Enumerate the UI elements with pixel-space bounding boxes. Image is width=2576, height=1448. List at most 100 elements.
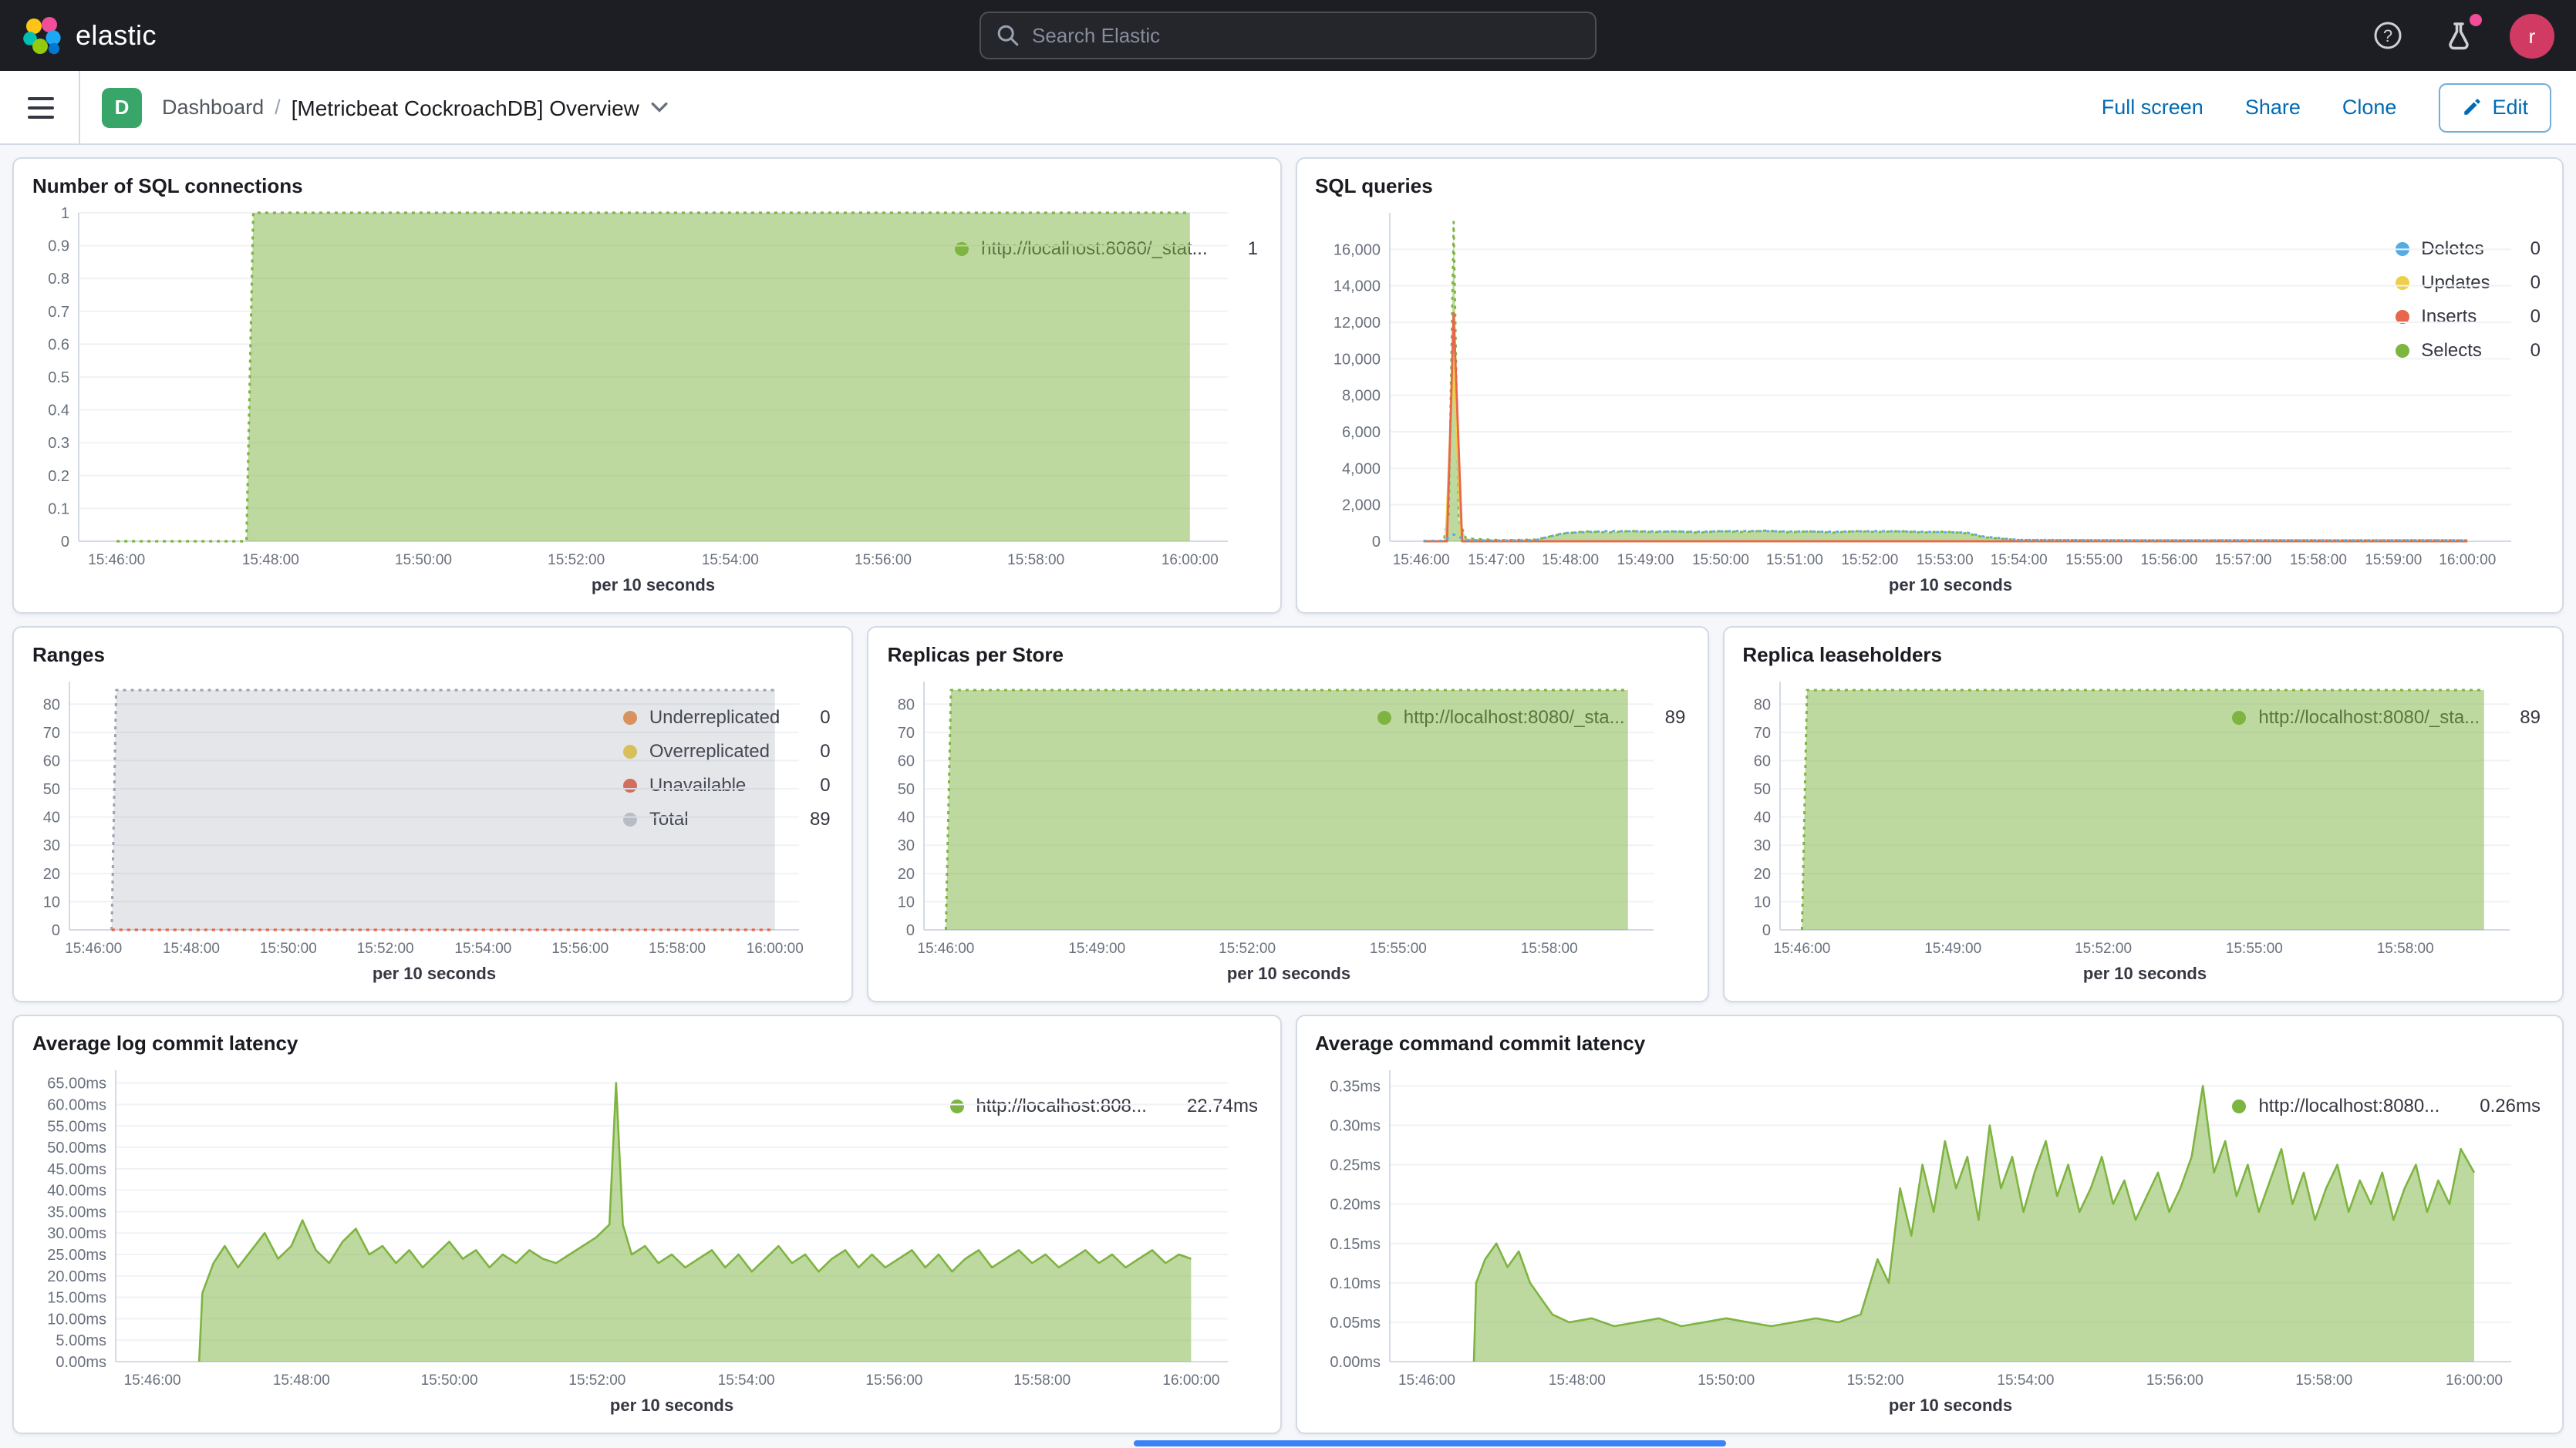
menu-button[interactable] [25,90,57,124]
svg-text:per 10 seconds: per 10 seconds [592,575,715,594]
panel-title: Replica leaseholders [1742,643,2544,666]
clone-button[interactable]: Clone [2342,96,2397,119]
svg-text:15:48:00: 15:48:00 [1548,1372,1605,1389]
alerts-button[interactable] [2439,15,2479,56]
panel-title: Number of SQL connections [32,174,1261,197]
svg-text:0.3: 0.3 [48,435,69,452]
svg-text:40: 40 [1753,810,1770,827]
svg-text:15:57:00: 15:57:00 [2214,552,2271,568]
svg-text:25.00ms: 25.00ms [47,1247,106,1264]
svg-text:0.9: 0.9 [48,238,69,255]
svg-text:70: 70 [898,725,915,742]
svg-text:15:58:00: 15:58:00 [2289,552,2346,568]
avatar[interactable]: r [2510,13,2554,58]
svg-text:0.20ms: 0.20ms [1329,1197,1380,1214]
svg-text:15:46:00: 15:46:00 [1392,552,1449,568]
svg-text:10: 10 [1753,894,1770,911]
svg-text:30.00ms: 30.00ms [47,1225,106,1242]
svg-text:15:49:00: 15:49:00 [1617,552,1674,568]
svg-text:15:52:00: 15:52:00 [357,941,414,957]
chart-sql-queries[interactable]: 02,0004,0006,0008,00010,00012,00014,0001… [1315,200,2379,600]
svg-text:16:00:00: 16:00:00 [747,941,804,957]
svg-text:15:52:00: 15:52:00 [568,1372,625,1389]
chart-canvas: 0.00ms0.05ms0.10ms0.15ms0.20ms0.25ms0.30… [1315,1058,2526,1420]
chart-avg-log-commit-latency[interactable]: 0.00ms5.00ms10.00ms15.00ms20.00ms25.00ms… [32,1058,934,1420]
svg-text:0: 0 [907,922,915,939]
svg-text:15:52:00: 15:52:00 [1219,941,1276,957]
horizontal-scrollbar-thumb[interactable] [1134,1440,1726,1446]
svg-text:15:52:00: 15:52:00 [1846,1372,1903,1389]
svg-text:0.2: 0.2 [48,468,69,485]
panel-sql-queries: SQL queries 02,0004,0006,0008,00010,0001… [1295,157,2564,614]
svg-text:10.00ms: 10.00ms [47,1311,106,1328]
svg-text:40.00ms: 40.00ms [47,1183,106,1200]
svg-text:15:50:00: 15:50:00 [395,552,452,568]
svg-text:15:53:00: 15:53:00 [1916,552,1973,568]
svg-text:0.5: 0.5 [48,369,69,386]
svg-text:per 10 seconds: per 10 seconds [610,1396,733,1415]
svg-text:65.00ms: 65.00ms [47,1076,106,1093]
svg-text:16:00:00: 16:00:00 [1162,552,1219,568]
svg-text:60.00ms: 60.00ms [47,1096,106,1113]
edit-button[interactable]: Edit [2438,83,2551,132]
chart-replica-leaseholders[interactable]: 0102030405060708015:46:0015:49:0015:52:0… [1742,669,2217,988]
panel-title: Replicas per Store [888,643,1689,666]
panel-ranges: Ranges 0102030405060708015:46:0015:48:00… [12,626,854,1002]
pencil-icon [2461,97,2481,117]
svg-text:per 10 seconds: per 10 seconds [1228,964,1351,983]
svg-text:15:47:00: 15:47:00 [1467,552,1524,568]
svg-text:0.8: 0.8 [48,271,69,288]
lab-flask-icon [2443,20,2474,51]
panel-replica-leaseholders: Replica leaseholders 0102030405060708015… [1722,626,2564,1002]
svg-text:80: 80 [898,696,915,713]
global-search[interactable] [979,12,1597,59]
svg-text:40: 40 [43,810,60,827]
svg-text:0: 0 [61,534,69,551]
svg-text:15:58:00: 15:58:00 [1007,552,1064,568]
chevron-down-icon [652,102,669,113]
svg-text:45.00ms: 45.00ms [47,1161,106,1178]
svg-text:30: 30 [898,837,915,854]
chart-canvas: 00.10.20.30.40.50.60.70.80.9115:46:0015:… [32,200,1243,600]
svg-text:15:48:00: 15:48:00 [242,552,299,568]
chart-canvas: 0102030405060708015:46:0015:49:0015:52:0… [888,669,1670,988]
svg-text:?: ? [2383,26,2392,45]
space-badge[interactable]: D [102,87,142,127]
chart-sql-connections[interactable]: 00.10.20.30.40.50.60.70.80.9115:46:0015:… [32,200,939,600]
search-input[interactable] [1032,24,1580,47]
help-button[interactable]: ? [2368,15,2408,56]
share-button[interactable]: Share [2245,96,2301,119]
notification-dot [2470,14,2482,26]
chart-canvas: 02,0004,0006,0008,00010,00012,00014,0001… [1315,200,2526,600]
svg-text:15:58:00: 15:58:00 [2376,941,2433,957]
svg-text:60: 60 [43,753,60,769]
svg-text:16:00:00: 16:00:00 [2445,1372,2502,1389]
svg-text:0.6: 0.6 [48,336,69,353]
svg-text:60: 60 [898,753,915,769]
chart-ranges[interactable]: 0102030405060708015:46:0015:48:0015:50:0… [32,669,608,988]
full-screen-button[interactable]: Full screen [2102,96,2203,119]
svg-text:0.35ms: 0.35ms [1329,1078,1380,1095]
svg-text:0.4: 0.4 [48,402,69,419]
breadcrumb-separator: / [275,96,281,119]
svg-text:40: 40 [898,810,915,827]
svg-text:15:50:00: 15:50:00 [1697,1372,1754,1389]
chart-replicas-per-store[interactable]: 0102030405060708015:46:0015:49:0015:52:0… [888,669,1362,988]
svg-text:15:55:00: 15:55:00 [2225,941,2282,957]
breadcrumb-dashboard-link[interactable]: Dashboard [162,96,264,119]
elastic-logo[interactable]: elastic [22,15,157,56]
svg-text:15:46:00: 15:46:00 [918,941,975,957]
svg-text:0.1: 0.1 [48,500,69,517]
title-menu-button[interactable] [652,102,669,113]
top-nav: elastic ? r [0,0,2576,71]
svg-text:0.05ms: 0.05ms [1329,1315,1380,1332]
svg-text:15:58:00: 15:58:00 [649,941,706,957]
svg-text:15:49:00: 15:49:00 [1924,941,1981,957]
svg-text:50: 50 [43,781,60,798]
svg-text:15:46:00: 15:46:00 [88,552,145,568]
panel-title: Ranges [32,643,834,666]
dashboard-grid: Number of SQL connections 0 0.1 0.2 0.3 0.4 0… [0,145,2576,1446]
svg-text:15:56:00: 15:56:00 [2146,1372,2203,1389]
svg-text:5.00ms: 5.00ms [56,1332,106,1349]
chart-avg-command-commit-latency[interactable]: 0.00ms0.05ms0.10ms0.15ms0.20ms0.25ms0.30… [1315,1058,2217,1420]
